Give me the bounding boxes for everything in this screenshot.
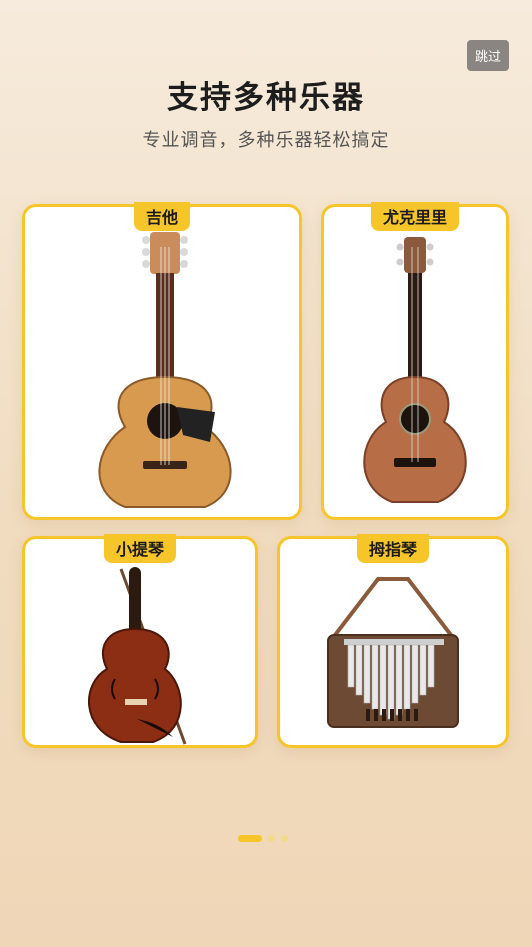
violin-icon bbox=[87, 567, 187, 745]
instrument-label-kalimba: 拇指琴 bbox=[356, 534, 430, 563]
page-subtitle: 专业调音，多种乐器轻松搞定 bbox=[142, 130, 390, 151]
page-indicator bbox=[238, 835, 288, 842]
kalimba-icon bbox=[327, 577, 459, 728]
page-dot[interactable] bbox=[281, 835, 288, 842]
page-dot-active[interactable] bbox=[238, 835, 262, 842]
skip-button[interactable]: 跳过 bbox=[467, 40, 509, 71]
instrument-label-violin: 小提琴 bbox=[103, 534, 177, 563]
instrument-label-guitar: 吉他 bbox=[133, 202, 191, 231]
instrument-card-violin[interactable]: 小提琴 bbox=[22, 534, 258, 748]
instrument-card-ukulele[interactable]: 尤克里里 bbox=[321, 202, 509, 520]
page-title: 支持多种乐器 bbox=[167, 80, 365, 116]
page-dot[interactable] bbox=[268, 835, 275, 842]
instrument-card-kalimba[interactable]: 拇指琴 bbox=[277, 534, 509, 748]
instrument-card-guitar[interactable]: 吉他 bbox=[22, 202, 302, 520]
ukulele-icon bbox=[363, 237, 467, 503]
instrument-label-ukulele: 尤克里里 bbox=[370, 202, 460, 231]
guitar-icon bbox=[98, 232, 232, 508]
